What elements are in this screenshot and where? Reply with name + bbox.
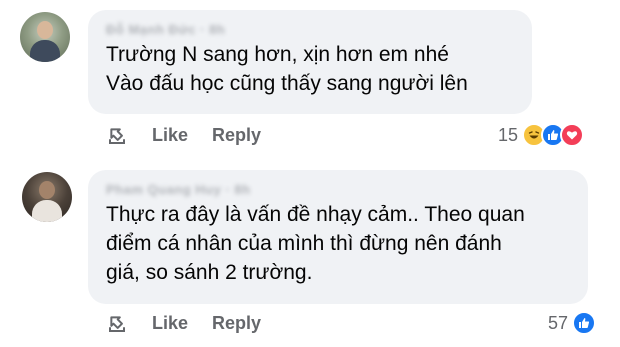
comment-actions: Like Reply bbox=[106, 312, 261, 334]
avatar-head bbox=[39, 181, 55, 199]
reaction-count: 57 bbox=[548, 312, 569, 333]
share-icon[interactable] bbox=[106, 124, 128, 146]
share-icon[interactable] bbox=[106, 312, 128, 334]
comment-bubble: Đỗ Mạnh Đức · 8h Trường N sang hơn, xịn … bbox=[88, 10, 532, 114]
like-icon bbox=[572, 311, 597, 335]
reply-button[interactable]: Reply bbox=[212, 313, 261, 334]
reaction-summary[interactable]: 15 bbox=[498, 123, 585, 147]
reaction-summary[interactable]: 57 bbox=[548, 311, 597, 335]
avatar-body bbox=[32, 200, 62, 222]
comment-actions: Like Reply bbox=[106, 124, 261, 146]
comment-text: Thực ra đây là vấn đề nhạy cảm.. Theo qu… bbox=[106, 203, 525, 284]
reaction-count: 15 bbox=[498, 124, 519, 145]
avatar[interactable] bbox=[20, 12, 70, 62]
avatar-head bbox=[37, 21, 53, 39]
avatar[interactable] bbox=[22, 172, 72, 222]
like-button[interactable]: Like bbox=[152, 125, 188, 146]
comment-text: Trường N sang hơn, xịn hơn em nhé Vào đấ… bbox=[106, 43, 468, 95]
comment-author[interactable]: Pham Quang Huy · 8h bbox=[106, 182, 570, 198]
comment-author[interactable]: Đỗ Mạnh Đức · 8h bbox=[106, 22, 514, 38]
love-icon bbox=[560, 123, 585, 147]
avatar-body bbox=[30, 40, 60, 62]
like-button[interactable]: Like bbox=[152, 313, 188, 334]
reply-button[interactable]: Reply bbox=[212, 125, 261, 146]
comment-bubble: Pham Quang Huy · 8h Thực ra đây là vấn đ… bbox=[88, 170, 588, 304]
